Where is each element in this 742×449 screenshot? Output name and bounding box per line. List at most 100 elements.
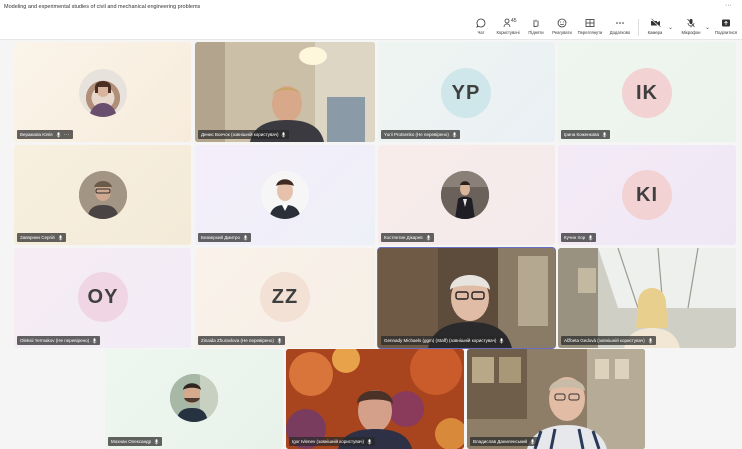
participant-tile[interactable]: ZZ Zinaida Zhuravlova (Не перевірено) (195, 248, 375, 348)
participant-more-icon[interactable]: ··· (64, 132, 70, 138)
participant-name: Yurii Protsenko (Не перевірено) (384, 132, 449, 137)
video-feed (467, 349, 645, 449)
camera-options-chevron-icon[interactable]: ⌄ (668, 24, 673, 31)
participant-name: Alžbeta Gedová (зовнішній користувач) (564, 338, 645, 343)
participant-name-tag: Gennady Michaels (ggm) (Staff) (зовнішні… (381, 336, 508, 345)
participant-tile[interactable]: OY Oleksii Yermakov (Не перевірено) (14, 248, 191, 348)
meeting-title: Modeling and experimental studies of civ… (4, 4, 201, 10)
participant-name-tag: Zinaida Zhuravlova (Не перевірено) (198, 336, 285, 345)
mic-muted-icon (277, 337, 282, 344)
participant-tile[interactable]: Верамова Юлія ··· (14, 42, 191, 142)
camera-label: Камера (647, 30, 663, 35)
mic-muted-icon (648, 337, 653, 344)
participant-name-tag: Владислав Даниленський (470, 437, 539, 446)
participant-avatar (79, 171, 127, 219)
participant-name-tag: Денис Воечок (зовнішній користувач) (198, 130, 290, 139)
video-feed (558, 248, 736, 348)
participant-name: Владислав Даниленський (473, 439, 528, 444)
participant-tile[interactable]: YP Yurii Protsenko (Не перевірено) (378, 42, 555, 142)
window-more-icon[interactable]: ··· (725, 2, 732, 9)
participant-tile[interactable]: Безверхий Дмитро (195, 145, 375, 245)
people-button[interactable]: 45 Користувачі (494, 17, 522, 39)
video-feed (195, 42, 375, 142)
participant-name-tag: Igor Ivlenev (зовнішній користувач) (289, 437, 375, 446)
participant-tile[interactable]: Igor Ivlenev (зовнішній користувач) (286, 349, 464, 449)
participant-tile[interactable]: IK Ірина Коженкова (558, 42, 736, 142)
initials-text: YP (451, 81, 481, 104)
more-label: Додатково (609, 30, 631, 35)
mic-muted-icon (154, 438, 159, 445)
hand-icon (530, 17, 542, 28)
participant-name-tag: Yurii Protsenko (Не перевірено) (381, 130, 460, 139)
camera-off-icon (649, 17, 661, 28)
participant-tile[interactable]: Костянтин Дікарев (378, 145, 555, 245)
initials-avatar: ZZ (260, 272, 310, 322)
participants-grid: Верамова Юлія ··· Денис Воечок (зовнішні… (0, 40, 742, 449)
people-count: 45 (511, 18, 517, 24)
participant-name: Денис Воечок (зовнішній користувач) (201, 132, 279, 137)
participant-avatar (441, 171, 489, 219)
title-bar: Modeling and experimental studies of civ… (0, 0, 742, 14)
initials-avatar: KI (622, 170, 672, 220)
participant-tile[interactable]: Владислав Даниленський (467, 349, 645, 449)
participant-name: Безверхий Дмитро (201, 235, 240, 240)
mic-off-icon (685, 17, 697, 28)
chat-label: Чат (477, 30, 485, 35)
participant-tile[interactable]: Мохнан Олександр (105, 349, 283, 449)
participant-name: Gennady Michaels (ggm) (Staff) (зовнішні… (384, 338, 497, 343)
share-label: Поділитися (714, 30, 738, 35)
video-feed (286, 349, 464, 449)
video-feed (378, 248, 555, 348)
participant-name: Верамова Юлія (20, 132, 53, 137)
initials-avatar: IK (622, 68, 672, 118)
mic-muted-icon (92, 337, 97, 344)
participant-tile[interactable]: Денис Воечок (зовнішній користувач) (195, 42, 375, 142)
initials-text: KI (636, 183, 658, 206)
mic-button[interactable]: Мікрофон (677, 17, 705, 39)
participant-name: Завярнин Сергій (20, 235, 55, 240)
grid-view-icon (584, 17, 596, 28)
more-dots-icon (614, 17, 626, 28)
participant-avatar (261, 171, 309, 219)
mic-muted-icon (530, 438, 535, 445)
mic-muted-icon (58, 234, 63, 241)
toolbar-divider (638, 19, 639, 36)
meeting-toolbar: Чат 45 Користувачі Підняти Реагувати Пер… (0, 14, 742, 40)
chat-icon (475, 17, 487, 28)
participant-tile-active-speaker[interactable]: Gennady Michaels (ggm) (Staff) (зовнішні… (377, 247, 556, 349)
initials-text: IK (636, 81, 658, 104)
react-label: Реагувати (552, 30, 572, 35)
react-button[interactable]: Реагувати (548, 17, 576, 39)
camera-button[interactable]: Камера (641, 17, 669, 39)
participant-name-tag: Безверхий Дмитро (198, 233, 251, 242)
participant-avatar (170, 374, 218, 422)
share-button[interactable]: Поділитися (712, 17, 740, 39)
view-button[interactable]: Переглянути (576, 17, 604, 39)
mic-options-chevron-icon[interactable]: ⌄ (705, 24, 710, 31)
participant-name: Zinaida Zhuravlova (Не перевірено) (201, 338, 274, 343)
participant-tile[interactable]: Alžbeta Gedová (зовнішній користувач) (558, 248, 736, 348)
raise-label: Підняти (528, 30, 544, 35)
participant-name: Oleksii Yermakov (Не перевірено) (20, 338, 90, 343)
mic-muted-icon (426, 234, 431, 241)
participant-tile[interactable]: KI Кучин Ігор (558, 145, 736, 245)
raise-hand-button[interactable]: Підняти (522, 17, 550, 39)
participant-name: Ірина Коженкова (564, 132, 599, 137)
participant-name: Мохнан Олександр (111, 439, 152, 444)
initials-text: OY (87, 285, 119, 308)
smile-icon (556, 17, 568, 28)
mic-muted-icon (499, 337, 504, 344)
view-label: Переглянути (577, 30, 603, 35)
initials-avatar: YP (441, 68, 491, 118)
participant-name-tag: Ірина Коженкова (561, 130, 610, 139)
participant-name-tag: Oleksii Yermakov (Не перевірено) (17, 336, 101, 345)
participant-name-tag: Завярнин Сергій (17, 233, 66, 242)
participant-name: Костянтин Дікарев (384, 235, 423, 240)
participant-name-tag: Мохнан Олександр (108, 437, 163, 446)
mic-label: Мікрофон (681, 30, 701, 35)
more-button[interactable]: Додатково (606, 17, 634, 39)
participant-tile[interactable]: Завярнин Сергій (14, 145, 191, 245)
chat-button[interactable]: Чат (467, 17, 495, 39)
participant-name-tag: Кучин Ігор (561, 233, 597, 242)
people-label: Користувачі (496, 30, 520, 35)
